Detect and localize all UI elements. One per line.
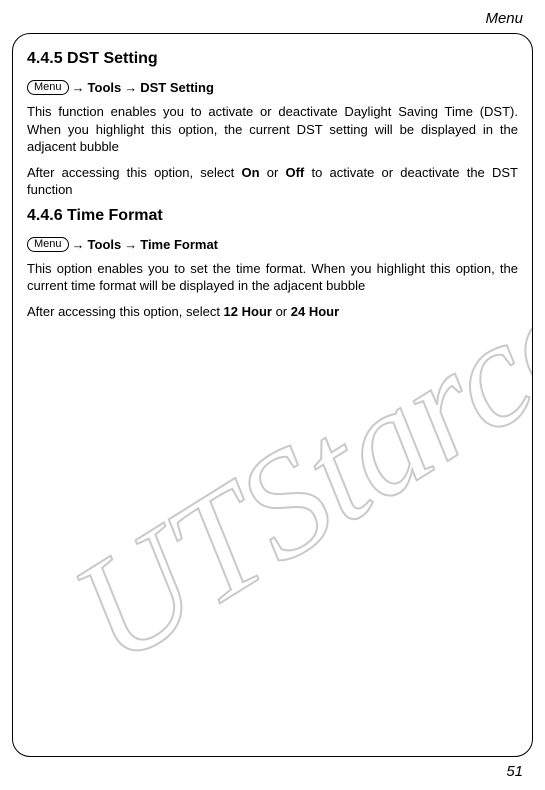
path-item: DST Setting [140,80,214,95]
content-frame: UTStarcom 4.4.5 DST Setting Menu → Tools… [12,33,533,757]
paragraph: This function enables you to activate or… [27,103,518,156]
heading-time-format: 4.4.6 Time Format [27,207,518,225]
paragraph: After accessing this option, select On o… [27,164,518,199]
paragraph: This option enables you to set the time … [27,260,518,295]
page-number: 51 [506,763,523,780]
page-header: Menu [12,10,533,33]
breadcrumb-time-format: Menu → Tools → Time Format [27,237,518,252]
menu-button-icon: Menu [27,237,69,252]
option-off: Off [285,165,304,180]
text: or [272,304,291,319]
arrow-icon: → [123,80,138,95]
option-on: On [241,165,259,180]
option-12hour: 12 Hour [224,304,272,319]
heading-dst-setting: 4.4.5 DST Setting [27,50,518,68]
breadcrumb-dst: Menu → Tools → DST Setting [27,80,518,95]
menu-button-icon: Menu [27,80,69,95]
path-tools: Tools [88,237,122,252]
path-item: Time Format [140,237,218,252]
arrow-icon: → [71,237,86,252]
option-24hour: 24 Hour [291,304,339,319]
paragraph: After accessing this option, select 12 H… [27,303,518,321]
text: or [260,165,286,180]
text: After accessing this option, select [27,165,241,180]
content-inner: 4.4.5 DST Setting Menu → Tools → DST Set… [27,50,518,320]
arrow-icon: → [123,237,138,252]
path-tools: Tools [88,80,122,95]
page: Menu UTStarcom 4.4.5 DST Setting Menu → … [0,0,545,790]
arrow-icon: → [71,80,86,95]
text: After accessing this option, select [27,304,224,319]
